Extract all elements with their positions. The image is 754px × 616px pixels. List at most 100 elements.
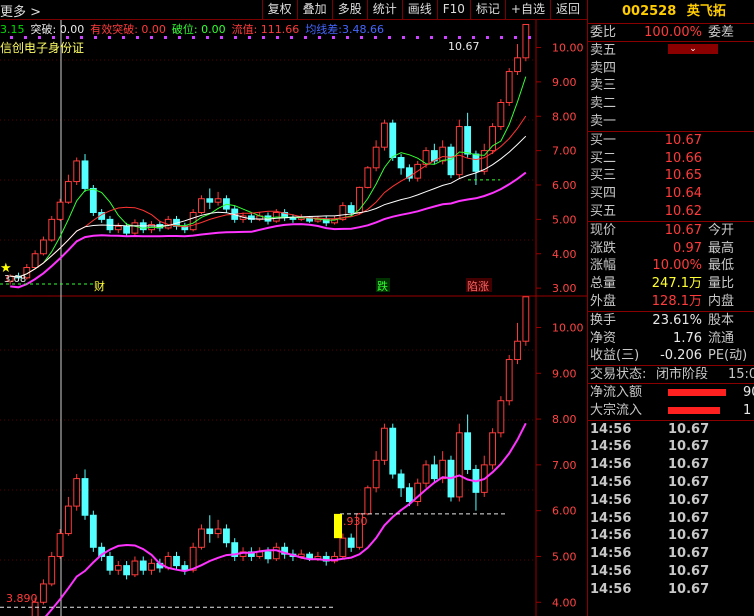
tick-row: 14:56 10.67 — [588, 545, 754, 563]
candle-body — [139, 560, 147, 571]
signal-dot — [458, 36, 461, 39]
stat-row-0-label: 现价 — [590, 222, 617, 238]
signal-dot — [444, 36, 447, 39]
flow-bar — [668, 406, 720, 414]
candle-body — [64, 505, 72, 535]
tick-time: 14:56 — [590, 421, 632, 437]
ma10-line — [10, 115, 527, 278]
candle-body — [114, 565, 122, 571]
candle-body — [347, 205, 355, 213]
toolbar-button-4[interactable]: 画线 — [401, 0, 437, 19]
tick-time: 14:56 — [590, 457, 632, 473]
weibi-label: 委比 — [590, 25, 617, 40]
candle-body — [189, 212, 197, 231]
flow-row-0-label: 净流入额 — [590, 384, 643, 400]
candle-body — [123, 225, 131, 234]
candle-body — [472, 153, 480, 172]
buy-row-2: 买三 10.65 — [588, 167, 754, 185]
stat-row-4: 外盘 128.1万 内盘 — [588, 293, 754, 311]
candle-body — [56, 533, 64, 557]
candle-body — [123, 565, 131, 576]
candle-body — [264, 551, 272, 560]
stat2-row-2-label2: PE(动) — [708, 348, 748, 364]
sell-row-3-label: 卖二 — [590, 96, 617, 112]
bottom-price-label: 3.890 — [6, 592, 38, 605]
candle-body — [106, 555, 114, 571]
stat-row-1: 涨跌 0.97 最高 — [588, 240, 754, 258]
toolbar-button-2[interactable]: 多股 — [331, 0, 367, 19]
trade-state-label: 交易状态: — [590, 367, 647, 383]
kline-chart[interactable]: 10.00 9.00 8.00 7.00 6.00 5.00 4.00 3.00 10.00 9.… — [0, 20, 587, 616]
chevron-down-icon[interactable]: ⌄ — [668, 43, 718, 54]
axis-label-lower: 5.00 — [552, 550, 577, 563]
stat-row-0-label2: 今开 — [708, 222, 735, 238]
candle-body — [522, 23, 530, 59]
stat-row-0-value: 10.67 — [664, 222, 702, 238]
toolbar-button-3[interactable]: 统计 — [366, 0, 402, 19]
buy-row-2-value: 10.65 — [664, 168, 702, 184]
star-icon: ★ — [0, 261, 12, 276]
buy-row-4: 买五 10.62 — [588, 203, 754, 221]
toolbar-button-6[interactable]: 标记 — [469, 0, 505, 19]
buy-row-4-value: 10.62 — [664, 203, 702, 219]
candle-body — [381, 427, 388, 461]
sell-row-1-label: 卖四 — [590, 60, 617, 76]
buy-row-0-value: 10.67 — [664, 132, 702, 148]
stat-row-3-label2: 量比 — [708, 276, 735, 292]
toolbar-button-5[interactable]: F10 — [436, 0, 470, 19]
tick-time: 14:56 — [590, 581, 632, 597]
chart-toolbar: 更多 > 复权 叠加 多股 统计 画线 F10 标记 +自选 返回 — [0, 0, 587, 20]
more-menu-button[interactable]: 更多 > — [0, 1, 41, 20]
kline-chart-area[interactable]: 10.00 9.00 8.00 7.00 6.00 5.00 4.00 3.00 10.00 9.… — [0, 20, 587, 616]
stat2-row-2-value: -0.206 — [660, 348, 702, 364]
tick-time: 14:56 — [590, 528, 632, 544]
candle-body — [206, 198, 214, 203]
candle-body — [89, 187, 97, 213]
legend-item-5: 均线差:3.48.66 — [305, 23, 385, 36]
candle-body — [223, 528, 230, 544]
candle-body — [106, 218, 114, 231]
sell-row-4-label: 卖一 — [590, 113, 617, 129]
tick-list[interactable]: 14:56 10.67 14:56 10.67 14:56 10.67 14:56 10.67… — [588, 419, 754, 599]
candle-body — [31, 253, 39, 268]
trade-state-row: 交易状态: 闭市阶段 15:0 — [588, 365, 754, 383]
stat2-row-1-value: 1.76 — [673, 330, 702, 346]
candle-body — [447, 146, 455, 176]
axis-label-lower: 9.00 — [552, 367, 577, 380]
buy-row-4-label: 买五 — [590, 203, 617, 219]
tick-row: 14:56 10.67 — [588, 456, 754, 474]
stat-row-1-label2: 最高 — [708, 240, 735, 256]
axis-label-lower: 6.00 — [552, 505, 577, 518]
stat2-row-2: 收益(三) -0.206 PE(动) — [588, 347, 754, 365]
flow-bar — [668, 388, 726, 396]
toolbar-button-0[interactable]: 复权 — [261, 0, 297, 19]
stat2-row-1: 净资 1.76 流通 — [588, 330, 754, 348]
buy-row-3: 买四 10.64 — [588, 185, 754, 203]
axis-label-upper: 5.00 — [552, 213, 577, 226]
sell-row-4: 卖一 — [588, 113, 754, 131]
toolbar-button-1[interactable]: 叠加 — [296, 0, 332, 19]
candle-body — [56, 201, 64, 220]
stat2-row-0: 换手 23.61% 股本 — [588, 312, 754, 330]
signal-dot — [430, 36, 433, 39]
tick-price: 10.67 — [668, 439, 710, 455]
legend-item-0: 3.15 — [0, 23, 25, 36]
flow-row-0: 净流入额 90 — [588, 384, 754, 402]
sell-row-3: 卖二 — [588, 95, 754, 113]
sell-row-2: 卖三 — [588, 77, 754, 95]
candle-body — [505, 71, 513, 103]
candle-body — [272, 546, 280, 560]
candle-body — [389, 122, 397, 158]
toolbar-button-8[interactable]: 返回 — [549, 0, 585, 19]
legend-item-1: 突破: 0.00 — [30, 23, 85, 36]
candle-body — [206, 528, 214, 535]
stat-row-2-value: 10.00% — [652, 258, 702, 274]
buy-orders: 买一 10.67 买二 10.66 买三 10.65 买四 10.64 买五 10.62 — [588, 130, 754, 221]
toolbar-button-7[interactable]: +自选 — [504, 0, 550, 19]
weibi-value: 100.00% — [644, 25, 702, 40]
stat-row-2-label2: 最低 — [708, 258, 735, 274]
stat-row-2: 涨幅 10.00% 最低 — [588, 257, 754, 275]
axis-label-upper: 8.00 — [552, 110, 577, 123]
sell-row-1: 卖四 — [588, 60, 754, 78]
axis-label-upper: 3.00 — [552, 282, 577, 295]
